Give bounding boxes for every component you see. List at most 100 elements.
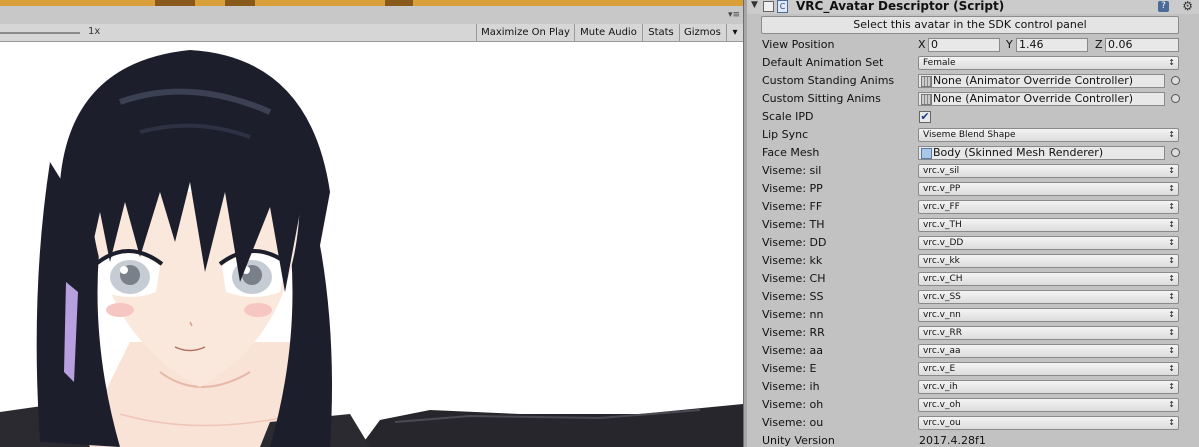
dropdown-arrow-icon: ↕ <box>1168 220 1175 229</box>
stats-button[interactable]: Stats <box>642 24 679 41</box>
game-view: ▾≡ 1x Maximize On Play Mute Audio Stats … <box>0 0 743 447</box>
viseme-dropdown[interactable]: vrc.v_PP ↕ <box>918 182 1179 196</box>
default-animation-set-label: Default Animation Set <box>762 56 884 69</box>
view-position-z-field[interactable]: 0.06 <box>1105 38 1179 52</box>
scale-ipd-row: Scale IPD ✔ <box>747 108 1199 126</box>
viseme-dropdown[interactable]: vrc.v_oh ↕ <box>918 398 1179 412</box>
dropdown-value: vrc.v_RR <box>923 328 962 338</box>
skinned-mesh-icon <box>921 148 932 159</box>
lip-sync-dropdown[interactable]: Viseme Blend Shape ↕ <box>918 128 1179 142</box>
viseme-dropdown[interactable]: vrc.v_ih ↕ <box>918 380 1179 394</box>
viseme-row-ss: Viseme: SS vrc.v_SS ↕ <box>747 288 1199 306</box>
gizmos-button[interactable]: Gizmos <box>679 24 731 41</box>
viseme-label: Viseme: ou <box>762 416 824 429</box>
viseme-label: Viseme: sil <box>762 164 822 177</box>
dropdown-value: vrc.v_TH <box>923 220 962 230</box>
dropdown-arrow-icon: ↕ <box>1168 202 1175 211</box>
custom-standing-anims-field[interactable]: None (Animator Override Controller) <box>918 74 1165 88</box>
default-animation-set-dropdown[interactable]: Female ↕ <box>918 56 1179 70</box>
dropdown-value: vrc.v_CH <box>923 274 963 284</box>
select-avatar-button[interactable]: Select this avatar in the SDK control pa… <box>761 16 1179 34</box>
dropdown-value: vrc.v_PP <box>923 184 961 194</box>
maximize-on-play-button[interactable]: Maximize On Play <box>476 24 574 41</box>
help-book-icon[interactable]: ? <box>1158 1 1169 12</box>
viseme-dropdown[interactable]: vrc.v_nn ↕ <box>918 308 1179 322</box>
scale-ipd-checkbox[interactable]: ✔ <box>919 111 931 123</box>
inspector-panel: ▼ C VRC_Avatar Descriptor (Script) ? ⚙ S… <box>747 0 1199 447</box>
right-eye <box>218 249 290 297</box>
viseme-dropdown[interactable]: vrc.v_ou ↕ <box>918 416 1179 430</box>
game-tab-bar: ▾≡ <box>0 6 743 25</box>
viseme-row-nn: Viseme: nn vrc.v_nn ↕ <box>747 306 1199 324</box>
viseme-row-ih: Viseme: ih vrc.v_ih ↕ <box>747 378 1199 396</box>
viseme-row-rr: Viseme: RR vrc.v_RR ↕ <box>747 324 1199 342</box>
dropdown-value: vrc.v_ou <box>923 418 961 428</box>
dropdown-value: vrc.v_kk <box>923 256 960 266</box>
object-picker-icon[interactable] <box>1171 94 1180 103</box>
animator-controller-icon <box>921 76 932 87</box>
dropdown-value: vrc.v_E <box>923 364 956 374</box>
avatar-render <box>0 50 743 447</box>
hamburger-icon[interactable]: ▾≡ <box>728 10 740 20</box>
lip-sync-label: Lip Sync <box>762 128 809 141</box>
dropdown-arrow-icon: ↕ <box>1168 382 1175 391</box>
dropdown-value: vrc.v_FF <box>923 202 960 212</box>
face-mesh-label: Face Mesh <box>762 146 820 159</box>
viseme-dropdown[interactable]: vrc.v_RR ↕ <box>918 326 1179 340</box>
viseme-row-aa: Viseme: aa vrc.v_aa ↕ <box>747 342 1199 360</box>
component-header: ▼ C VRC_Avatar Descriptor (Script) ? ⚙ <box>747 0 1199 14</box>
viseme-label: Viseme: TH <box>762 218 825 231</box>
unity-version-label: Unity Version <box>762 434 835 447</box>
viseme-label: Viseme: nn <box>762 308 824 321</box>
view-position-y-field[interactable]: 1.46 <box>1016 38 1088 52</box>
dropdown-arrow-icon: ↕ <box>1168 256 1175 265</box>
custom-standing-anims-row: Custom Standing Anims None (Animator Ove… <box>747 72 1199 90</box>
custom-sitting-anims-field[interactable]: None (Animator Override Controller) <box>918 92 1165 106</box>
dropdown-arrow-icon: ↕ <box>1168 184 1175 193</box>
dropdown-value: vrc.v_ih <box>923 382 958 392</box>
dropdown-arrow-icon: ↕ <box>1168 130 1175 139</box>
x-label: X <box>918 38 926 51</box>
dropdown-value: vrc.v_oh <box>923 400 961 410</box>
viseme-dropdown[interactable]: vrc.v_FF ↕ <box>918 200 1179 214</box>
scale-slider[interactable] <box>0 32 80 34</box>
viseme-label: Viseme: SS <box>762 290 824 303</box>
face-mesh-field[interactable]: Body (Skinned Mesh Renderer) <box>918 146 1165 160</box>
animator-controller-icon <box>921 94 932 105</box>
viseme-dropdown[interactable]: vrc.v_sil ↕ <box>918 164 1179 178</box>
viseme-dropdown[interactable]: vrc.v_TH ↕ <box>918 218 1179 232</box>
gear-icon[interactable]: ⚙ <box>1182 0 1193 13</box>
face-mesh-row: Face Mesh Body (Skinned Mesh Renderer) <box>747 144 1199 162</box>
object-picker-icon[interactable] <box>1171 76 1180 85</box>
viseme-dropdown[interactable]: vrc.v_DD ↕ <box>918 236 1179 250</box>
dropdown-value: vrc.v_aa <box>923 346 961 356</box>
foldout-arrow-icon[interactable]: ▼ <box>751 0 758 10</box>
viseme-dropdown[interactable]: vrc.v_kk ↕ <box>918 254 1179 268</box>
view-position-x-field[interactable]: 0 <box>928 38 1000 52</box>
view-position-row: View Position X 0 Y 1.46 Z 0.06 <box>747 36 1199 54</box>
game-toolbar: 1x Maximize On Play Mute Audio Stats Giz… <box>0 24 743 42</box>
viseme-dropdown[interactable]: vrc.v_SS ↕ <box>918 290 1179 304</box>
dropdown-arrow-icon: ↕ <box>1168 292 1175 301</box>
viseme-label: Viseme: DD <box>762 236 827 249</box>
mute-audio-button[interactable]: Mute Audio <box>574 24 642 41</box>
component-enabled-checkbox[interactable] <box>763 1 774 12</box>
dropdown-arrow-icon: ↕ <box>1168 346 1175 355</box>
custom-sitting-anims-row: Custom Sitting Anims None (Animator Over… <box>747 90 1199 108</box>
component-title: VRC_Avatar Descriptor (Script) <box>796 0 1005 13</box>
lip-sync-row: Lip Sync Viseme Blend Shape ↕ <box>747 126 1199 144</box>
dropdown-value: Female <box>923 58 956 68</box>
viseme-dropdown[interactable]: vrc.v_CH ↕ <box>918 272 1179 286</box>
viseme-label: Viseme: ih <box>762 380 820 393</box>
gizmos-dropdown-icon[interactable]: ▾ <box>726 24 743 41</box>
viseme-dropdown[interactable]: vrc.v_E ↕ <box>918 362 1179 376</box>
object-field-value: None (Animator Override Controller) <box>933 92 1134 105</box>
viseme-label: Viseme: kk <box>762 254 823 267</box>
viseme-row-dd: Viseme: DD vrc.v_DD ↕ <box>747 234 1199 252</box>
unity-version-value: 2017.4.28f1 <box>919 434 986 447</box>
object-picker-icon[interactable] <box>1171 148 1180 157</box>
viseme-dropdown[interactable]: vrc.v_aa ↕ <box>918 344 1179 358</box>
dropdown-arrow-icon: ↕ <box>1168 58 1175 67</box>
viseme-row-kk: Viseme: kk vrc.v_kk ↕ <box>747 252 1199 270</box>
view-position-label: View Position <box>762 38 835 51</box>
